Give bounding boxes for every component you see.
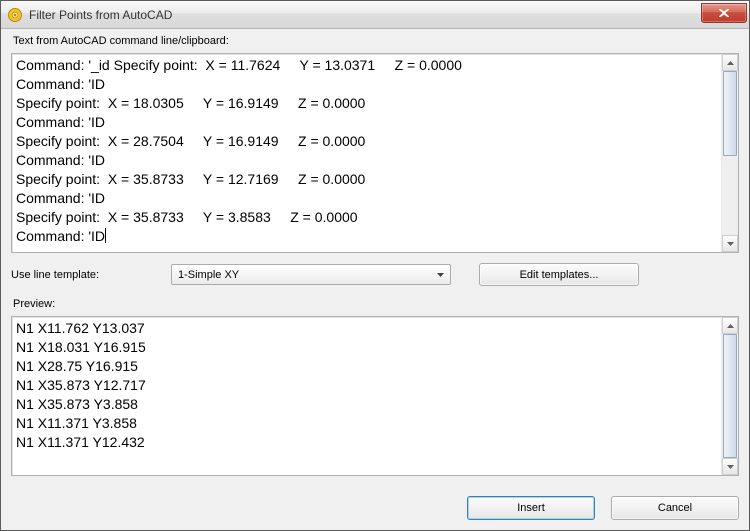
cancel-button[interactable]: Cancel	[611, 496, 739, 520]
scroll-track[interactable]	[722, 71, 738, 235]
window-title: Filter Points from AutoCAD	[29, 8, 701, 22]
input-text-content: Command: '_id Specify point: X = 11.7624…	[16, 57, 462, 244]
template-dropdown[interactable]: 1-Simple XY	[171, 264, 451, 285]
scroll-track[interactable]	[722, 334, 738, 458]
scroll-thumb[interactable]	[723, 71, 737, 156]
template-selected: 1-Simple XY	[178, 269, 432, 281]
scroll-up-arrow-icon[interactable]	[722, 54, 738, 71]
text-caret	[105, 228, 106, 243]
preview-scrollbar[interactable]	[721, 317, 738, 475]
dialog-button-row: Insert Cancel	[1, 488, 749, 530]
scroll-down-arrow-icon[interactable]	[722, 235, 738, 252]
template-row: Use line template: 1-Simple XY Edit temp…	[11, 257, 739, 292]
autocad-text-input[interactable]: Command: '_id Specify point: X = 11.7624…	[11, 53, 739, 253]
scroll-thumb[interactable]	[723, 334, 737, 458]
insert-button[interactable]: Insert	[467, 496, 595, 520]
input-label: Text from AutoCAD command line/clipboard…	[11, 33, 739, 49]
dialog-window: Filter Points from AutoCAD Text from Aut…	[0, 0, 750, 531]
input-scrollbar[interactable]	[721, 54, 738, 252]
preview-label: Preview:	[11, 296, 739, 312]
dialog-content: Text from AutoCAD command line/clipboard…	[1, 29, 749, 488]
chevron-down-icon	[432, 266, 448, 283]
title-bar: Filter Points from AutoCAD	[1, 1, 749, 29]
scroll-down-arrow-icon[interactable]	[722, 458, 738, 475]
app-icon	[7, 7, 23, 23]
edit-templates-button[interactable]: Edit templates...	[479, 263, 639, 286]
close-button[interactable]	[701, 3, 747, 23]
preview-output[interactable]: N1 X11.762 Y13.037 N1 X18.031 Y16.915 N1…	[11, 316, 739, 476]
scroll-up-arrow-icon[interactable]	[722, 317, 738, 334]
preview-text-content: N1 X11.762 Y13.037 N1 X18.031 Y16.915 N1…	[12, 317, 721, 475]
template-label: Use line template:	[11, 269, 161, 281]
